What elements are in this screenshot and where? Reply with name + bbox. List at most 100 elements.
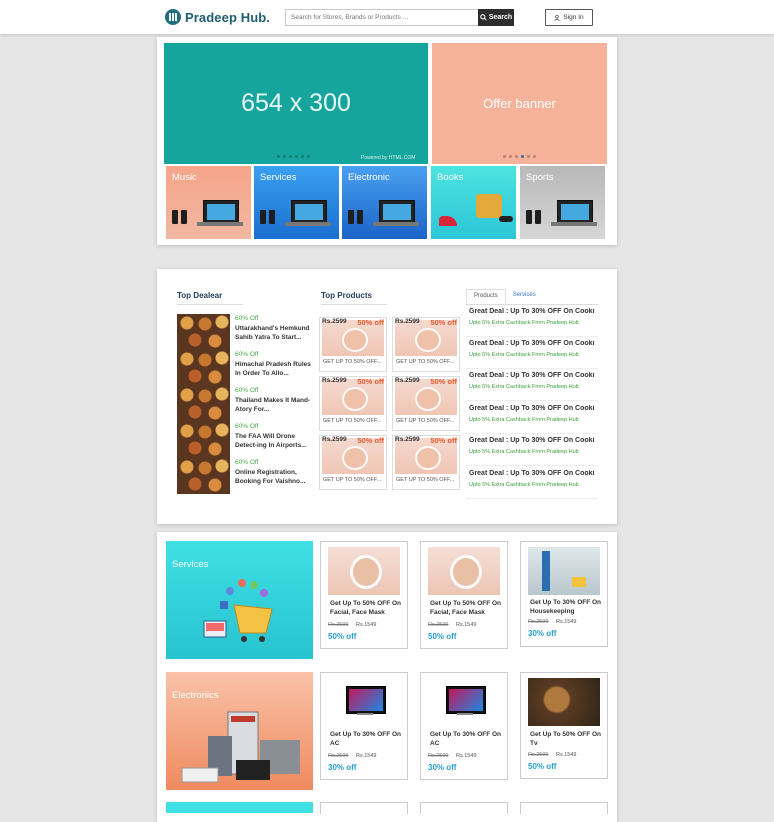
product-title: Get Up To 50% OFF On Facial, Face Mask <box>430 600 502 616</box>
offer-banner-text: Offer banner <box>483 96 556 111</box>
carousel-dot[interactable] <box>515 155 518 158</box>
speaker-icon <box>526 210 532 224</box>
carousel-dot[interactable] <box>295 155 298 158</box>
deal-row[interactable]: Great Deal : Up To 30% OFF On Cookin... … <box>466 466 598 499</box>
product-card[interactable]: Get Up To 50% OFF On Facial, Face Mask R… <box>420 541 508 649</box>
dealer-item[interactable]: 60% Off Online Registration, Booking For… <box>177 458 317 494</box>
category-music[interactable]: Music <box>166 166 251 239</box>
dealer-title: Online Registration, Booking For Vaishno… <box>235 469 306 485</box>
product-image <box>328 678 400 726</box>
laptop-base <box>285 222 331 226</box>
carousel-dot-active[interactable] <box>521 155 524 158</box>
food-thumbnail <box>177 350 230 386</box>
product-image <box>428 678 500 726</box>
dealer-title: Himachal Pradesh Rules In Order To Allo.… <box>235 361 311 377</box>
product-discount: 50% off <box>430 318 457 327</box>
tv-icon <box>446 686 486 714</box>
product-tile[interactable]: Rs.2599 50% off GET UP TO 50% OFF... <box>392 435 460 490</box>
dealer-item[interactable]: 60% Off The FAA Will Drone Detect-ing In… <box>177 422 317 458</box>
carousel-dot[interactable] <box>283 155 286 158</box>
tv-stand <box>357 713 373 715</box>
main-banner[interactable]: 654 x 300 <box>164 43 428 164</box>
product-card[interactable] <box>320 802 408 814</box>
product-discount: 50% off <box>430 436 457 445</box>
offer-banner-dots <box>503 155 536 158</box>
next-category-banner[interactable] <box>166 802 313 813</box>
category-label: Books <box>437 172 464 183</box>
facial-face <box>415 446 441 470</box>
deal-row[interactable]: Great Deal : Up To 30% OFF On Cookin... … <box>466 433 598 466</box>
carousel-dot[interactable] <box>301 155 304 158</box>
electronics-banner[interactable]: Electronics <box>166 672 313 790</box>
search-button-label: Search <box>488 14 513 21</box>
laptop-icon <box>557 200 593 224</box>
laptop-base <box>197 222 243 226</box>
product-discount: 50% off <box>357 318 384 327</box>
product-card[interactable]: Get Up To 30% OFF On Housekeeping Rs.259… <box>520 541 608 647</box>
dealer-item[interactable]: 60% Off Uttarakhand's Hemkund Sahib Yatr… <box>177 314 317 350</box>
product-card[interactable]: Get Up To 50% OFF On Facial, Face Mask R… <box>320 541 408 649</box>
product-card[interactable] <box>420 802 508 814</box>
tv-icon <box>346 686 386 714</box>
speaker-icon <box>535 210 541 224</box>
speaker-icon <box>260 210 266 224</box>
handbag-icon <box>476 194 502 218</box>
laptop-base <box>551 222 597 226</box>
product-discount: 30% off <box>528 629 557 638</box>
carousel-dot[interactable] <box>527 155 530 158</box>
section-divider <box>321 304 387 305</box>
product-price: Rs.1549 <box>456 753 477 759</box>
speaker-icon <box>357 210 363 224</box>
carousel-dot[interactable] <box>277 155 280 158</box>
carousel-dot[interactable] <box>533 155 536 158</box>
laptop-base <box>373 222 419 226</box>
tab-services[interactable]: Services <box>505 289 543 303</box>
carousel-dot[interactable] <box>503 155 506 158</box>
offer-banner[interactable]: Offer banner <box>432 43 607 164</box>
search-input[interactable] <box>285 9 489 26</box>
deal-cashback: Upto 5% Extra Cashback From Pradeep Hub <box>469 417 579 423</box>
dealer-item[interactable]: 60% Off Himachal Pradesh Rules In Order … <box>177 350 317 386</box>
signin-button[interactable]: Sign In <box>545 9 593 26</box>
food-thumbnail <box>177 314 230 350</box>
deal-cashback: Upto 5% Extra Cashback From Pradeep Hub <box>469 352 579 358</box>
product-card[interactable]: Get Up To 30% OFF On AC Rs.2599 Rs.1549 … <box>320 672 408 780</box>
product-tile[interactable]: Rs.2599 50% off GET UP TO 50% OFF... <box>392 376 460 431</box>
deal-cashback: Upto 5% Extra Cashback From Pradeep Hub <box>469 384 579 390</box>
product-card[interactable]: Get Up To 30% OFF On AC Rs.2599 Rs.1549 … <box>420 672 508 780</box>
product-caption: GET UP TO 50% OFF... <box>323 418 382 424</box>
search-button[interactable]: Search <box>478 9 514 26</box>
product-tile[interactable]: Rs.2599 50% off GET UP TO 50% OFF... <box>392 317 460 372</box>
dealer-item[interactable]: 60% Off Thailand Makes It Mand-Atory For… <box>177 386 317 422</box>
product-tile[interactable]: Rs.2599 50% off GET UP TO 50% OFF... <box>319 435 387 490</box>
logo[interactable]: Pradeep Hub. <box>165 8 270 26</box>
category-electronic[interactable]: Electronic <box>342 166 427 239</box>
carousel-dot[interactable] <box>289 155 292 158</box>
carousel-dot[interactable] <box>509 155 512 158</box>
product-discount: 50% off <box>357 436 384 445</box>
services-banner[interactable]: Services <box>166 541 313 659</box>
deal-row[interactable]: Great Deal : Up To 30% OFF On Cookin... … <box>466 368 598 401</box>
facial-face <box>350 555 382 589</box>
deal-row[interactable]: Great Deal : Up To 30% OFF On Cookin... … <box>466 336 598 369</box>
tv-stand <box>457 713 473 715</box>
product-tile[interactable]: Rs.2599 50% off GET UP TO 50% OFF... <box>319 317 387 372</box>
product-card[interactable] <box>520 802 608 814</box>
deal-row[interactable]: Great Deal : Up To 30% OFF On Cookin... … <box>466 401 598 434</box>
product-price: Rs.2599 <box>395 377 420 384</box>
dealer-discount: 60% Off <box>235 387 259 394</box>
category-sports[interactable]: Sports <box>520 166 605 239</box>
product-card[interactable]: Get Up To 50% OFF On Tv Rs.2599 Rs.1549 … <box>520 672 608 779</box>
category-services[interactable]: Services <box>254 166 339 239</box>
deal-row[interactable]: Great Deal : Up To 30% OFF On Cookin... … <box>466 304 598 337</box>
product-discount: 50% off <box>328 632 357 641</box>
carousel-dot[interactable] <box>307 155 310 158</box>
tab-products[interactable]: Products <box>466 289 506 303</box>
product-price: Rs.2599 <box>322 318 347 325</box>
category-label: Music <box>172 172 197 183</box>
product-tile[interactable]: Rs.2599 50% off GET UP TO 50% OFF... <box>319 376 387 431</box>
sunglasses-icon <box>499 216 513 222</box>
category-books[interactable]: Books <box>431 166 516 239</box>
deal-cashback: Upto 5% Extra Cashback From Pradeep Hub <box>469 482 579 488</box>
category-label: Services <box>260 172 297 183</box>
